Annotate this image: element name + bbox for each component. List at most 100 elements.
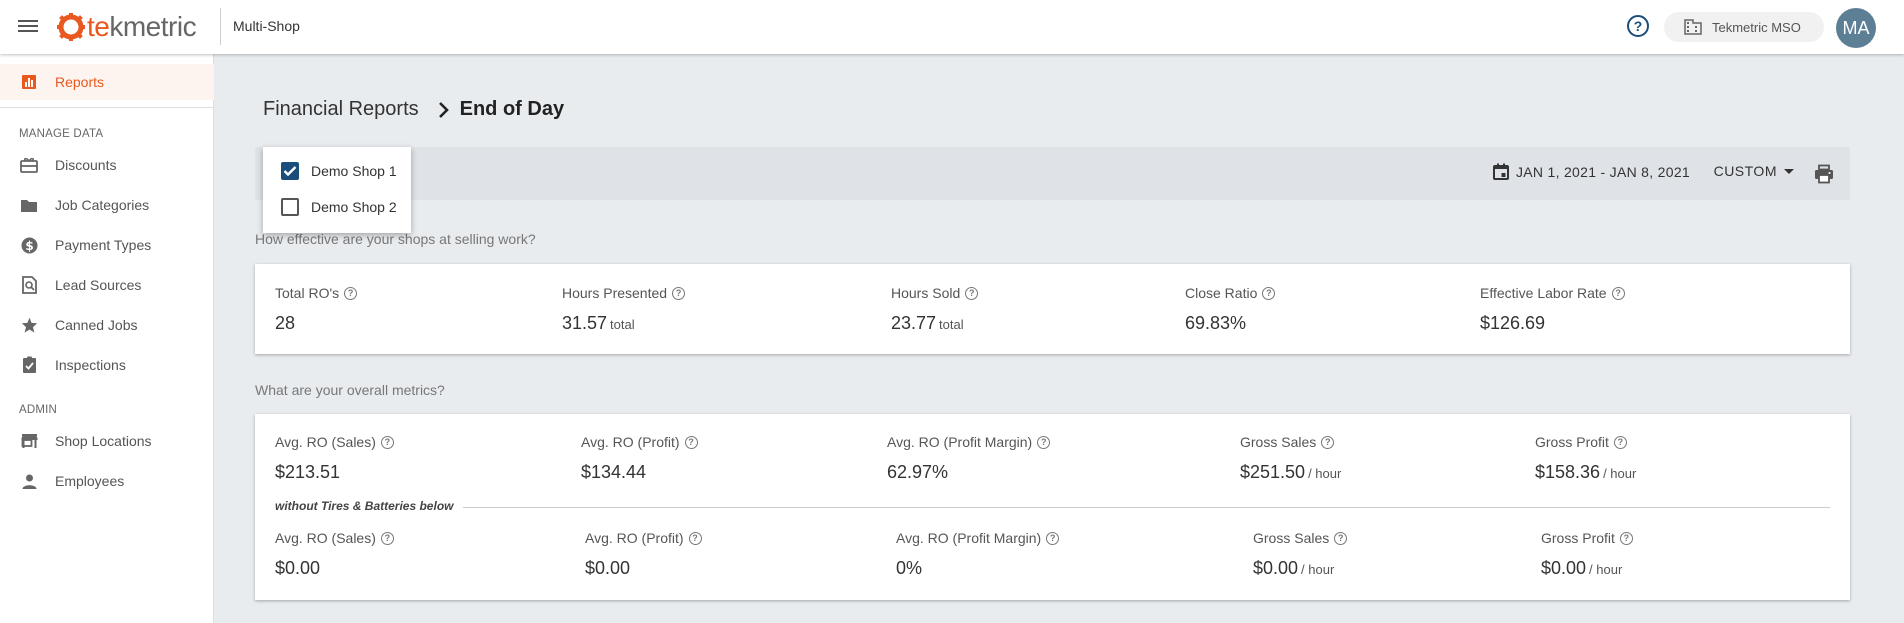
help-circle-icon[interactable]: ? — [1627, 15, 1649, 37]
sidebar-item-label: Job Categories — [55, 197, 150, 213]
sidebar-item-discounts[interactable]: Discounts — [0, 147, 214, 183]
metric-label: Hours Sold — [891, 285, 961, 301]
metric-value: 31.57 — [562, 313, 608, 333]
metric-gross-sales-no-tires: Gross Sales? $0.00/ hour — [1253, 530, 1348, 579]
metric-label: Gross Profit — [1541, 530, 1615, 546]
metric-value: $251.50 — [1240, 462, 1306, 482]
sidebar-item-lead-sources[interactable]: Lead Sources — [0, 267, 214, 303]
metric-label: Hours Presented — [562, 285, 668, 301]
metric-avg-ro-profit-no-tires: Avg. RO (Profit)? $0.00 — [585, 530, 702, 579]
assignment-check-icon — [20, 356, 38, 374]
logo-text-rest: kmetric — [109, 11, 197, 42]
metric-gross-profit: Gross Profit? $158.36/ hour — [1535, 434, 1636, 483]
sidebar-item-job-categories[interactable]: Job Categories — [0, 187, 214, 223]
metric-unit: / hour — [1603, 466, 1637, 481]
admin-section-title: ADMIN — [19, 404, 58, 416]
app-mode-label: Multi-Shop — [233, 18, 300, 34]
person-icon — [20, 472, 38, 490]
building-icon — [1684, 19, 1702, 35]
metric-avg-ro-profit: Avg. RO (Profit)? $134.44 — [581, 434, 698, 483]
range-type-select[interactable]: CUSTOM — [1714, 163, 1794, 179]
tekmetric-logo[interactable]: tekmetric — [56, 8, 197, 46]
help-icon[interactable]: ? — [1321, 435, 1335, 449]
shop-option-label: Demo Shop 1 — [311, 163, 397, 179]
help-icon[interactable]: ? — [1613, 435, 1627, 449]
breadcrumb-financial-reports[interactable]: Financial Reports — [263, 98, 419, 121]
date-range-picker[interactable]: JAN 1, 2021 - JAN 8, 2021 — [1492, 163, 1690, 180]
sidebar-item-shop-locations[interactable]: Shop Locations — [0, 423, 214, 459]
sidebar-item-employees[interactable]: Employees — [0, 463, 214, 499]
gift-card-icon — [20, 156, 38, 174]
metric-value: $158.36 — [1535, 462, 1601, 482]
hamburger-menu-icon[interactable] — [18, 17, 38, 35]
metric-value: $134.44 — [581, 462, 647, 482]
metric-unit: / hour — [1308, 466, 1342, 481]
sidebar: Reports MANAGE DATA Discounts Job Catego… — [0, 54, 214, 623]
shop-chip-label: Tekmetric MSO — [1712, 19, 1801, 35]
star-icon — [20, 316, 38, 334]
shop-option-demo-shop-1[interactable]: Demo Shop 1 — [281, 162, 397, 180]
sidebar-item-payment-types[interactable]: $ Payment Types — [0, 227, 214, 263]
shop-selector-chip[interactable]: Tekmetric MSO — [1664, 12, 1824, 42]
help-icon[interactable]: ? — [344, 286, 358, 300]
help-icon[interactable]: ? — [672, 286, 686, 300]
selling-question: How effective are your shops at selling … — [255, 231, 536, 247]
caret-down-icon — [1784, 168, 1794, 174]
shop-filter-dropdown: Demo Shop 1 Demo Shop 2 — [263, 147, 411, 233]
overall-metrics-card: Avg. RO (Sales)? $213.51 Avg. RO (Profit… — [255, 414, 1850, 600]
range-type-label: CUSTOM — [1713, 163, 1777, 179]
help-icon[interactable]: ? — [380, 435, 394, 449]
sidebar-divider — [0, 107, 214, 108]
help-icon[interactable]: ? — [688, 531, 702, 545]
print-icon[interactable] — [1814, 164, 1834, 184]
without-tires-label: without Tires & Batteries below — [275, 499, 454, 513]
metric-total-ros: Total RO's? 28 — [275, 285, 358, 334]
metric-value: $0.00 — [275, 558, 321, 578]
metric-hours-presented: Hours Presented? 31.57 total — [562, 285, 686, 334]
topbar-divider — [220, 8, 221, 45]
logo-text-te: te — [87, 11, 110, 42]
help-icon[interactable]: ? — [1046, 531, 1060, 545]
sidebar-item-label: Payment Types — [55, 237, 152, 253]
calendar-icon — [1492, 163, 1509, 180]
store-icon — [20, 432, 38, 450]
help-icon[interactable]: ? — [380, 531, 394, 545]
metric-unit: total — [939, 317, 964, 332]
metric-label: Avg. RO (Profit) — [585, 530, 684, 546]
breadcrumb: Financial Reports End of Day — [263, 98, 564, 121]
metric-unit: total — [610, 317, 635, 332]
gear-logo-icon — [57, 13, 85, 41]
metric-gross-sales: Gross Sales? $251.50/ hour — [1240, 434, 1341, 483]
metric-label: Total RO's — [275, 285, 340, 301]
metric-label: Avg. RO (Profit) — [581, 434, 680, 450]
help-icon[interactable]: ? — [1037, 435, 1051, 449]
metric-value: 69.83% — [1185, 313, 1247, 333]
metric-label: Avg. RO (Sales) — [275, 530, 376, 546]
metric-value: 0% — [896, 558, 923, 578]
checkbox-unchecked[interactable] — [281, 198, 299, 216]
sidebar-item-label: Inspections — [55, 357, 126, 373]
help-icon[interactable]: ? — [1611, 286, 1625, 300]
page-title: End of Day — [459, 98, 565, 120]
help-icon[interactable]: ? — [684, 435, 698, 449]
svg-text:$: $ — [25, 239, 33, 253]
metric-label: Avg. RO (Profit Margin) — [887, 434, 1033, 450]
sidebar-item-canned-jobs[interactable]: Canned Jobs — [0, 307, 214, 343]
sidebar-item-reports[interactable]: Reports — [0, 64, 214, 100]
dollar-circle-icon: $ — [20, 236, 38, 254]
sidebar-item-inspections[interactable]: Inspections — [0, 347, 214, 383]
help-icon[interactable]: ? — [1619, 531, 1633, 545]
checkbox-checked[interactable] — [281, 162, 299, 180]
shop-option-label: Demo Shop 2 — [311, 199, 397, 215]
help-icon[interactable]: ? — [965, 286, 979, 300]
metric-label: Avg. RO (Sales) — [275, 434, 376, 450]
selling-metrics-card: Total RO's? 28 Hours Presented? 31.57 tot… — [255, 264, 1850, 354]
help-icon[interactable]: ? — [1262, 286, 1276, 300]
metric-value: 62.97% — [887, 462, 949, 482]
metric-value: 28 — [275, 313, 296, 333]
shop-option-demo-shop-2[interactable]: Demo Shop 2 — [281, 198, 397, 216]
user-avatar[interactable]: MA — [1836, 8, 1876, 48]
manage-data-section-title: MANAGE DATA — [19, 128, 104, 140]
help-icon[interactable]: ? — [1334, 531, 1348, 545]
find-in-page-icon — [20, 276, 38, 294]
